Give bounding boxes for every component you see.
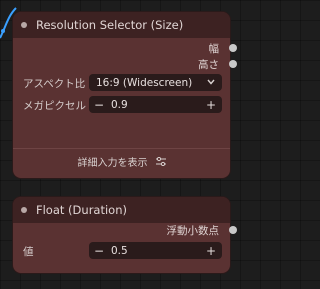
output-width: 幅 [208, 40, 237, 56]
megapixel-value[interactable]: 0.9 [111, 99, 128, 111]
float-value[interactable]: 0.5 [111, 245, 128, 257]
output-width-socket[interactable] [229, 44, 237, 52]
megapixel-label: メガピクセル [23, 100, 86, 112]
divider [13, 148, 230, 149]
show-advanced-label: 詳細入力を表示 [77, 157, 148, 169]
output-float: 浮動小数点 [166, 222, 237, 238]
node-title: Float (Duration) [36, 203, 127, 217]
megapixel-stepper[interactable]: − 0.9 + [89, 96, 222, 113]
decrement-button[interactable]: − [94, 244, 104, 258]
output-float-socket[interactable] [229, 226, 237, 234]
aspect-ratio-select[interactable]: 16:9 (Widescreen) [89, 74, 222, 91]
output-height-socket[interactable] [229, 60, 237, 68]
show-advanced-button[interactable]: 詳細入力を表示 [13, 152, 230, 170]
float-duration-node[interactable]: Float (Duration) 浮動小数点 値 − 0.5 + [13, 197, 237, 273]
aspect-ratio-label: アスペクト比 [23, 78, 86, 90]
collapse-dot-icon[interactable] [21, 22, 27, 28]
increment-button[interactable]: + [206, 244, 216, 258]
node-header[interactable]: Float (Duration) [13, 197, 230, 223]
output-height-label: 高さ [198, 58, 219, 71]
node-title: Resolution Selector (Size) [36, 18, 184, 32]
value-stepper[interactable]: − 0.5 + [89, 242, 222, 259]
output-float-label: 浮動小数点 [166, 224, 220, 237]
aspect-ratio-value: 16:9 (Widescreen) [96, 76, 193, 89]
output-width-label: 幅 [208, 42, 220, 55]
increment-button[interactable]: + [206, 98, 216, 112]
node-header[interactable]: Resolution Selector (Size) [13, 12, 230, 38]
output-height: 高さ [198, 56, 237, 72]
sliders-icon [155, 156, 166, 166]
collapse-dot-icon[interactable] [21, 207, 27, 213]
decrement-button[interactable]: − [94, 98, 104, 112]
value-label: 値 [23, 246, 34, 258]
chevron-down-icon [207, 79, 215, 85]
resolution-selector-node[interactable]: Resolution Selector (Size) 幅 高さ アスペクト比 1… [13, 12, 237, 178]
